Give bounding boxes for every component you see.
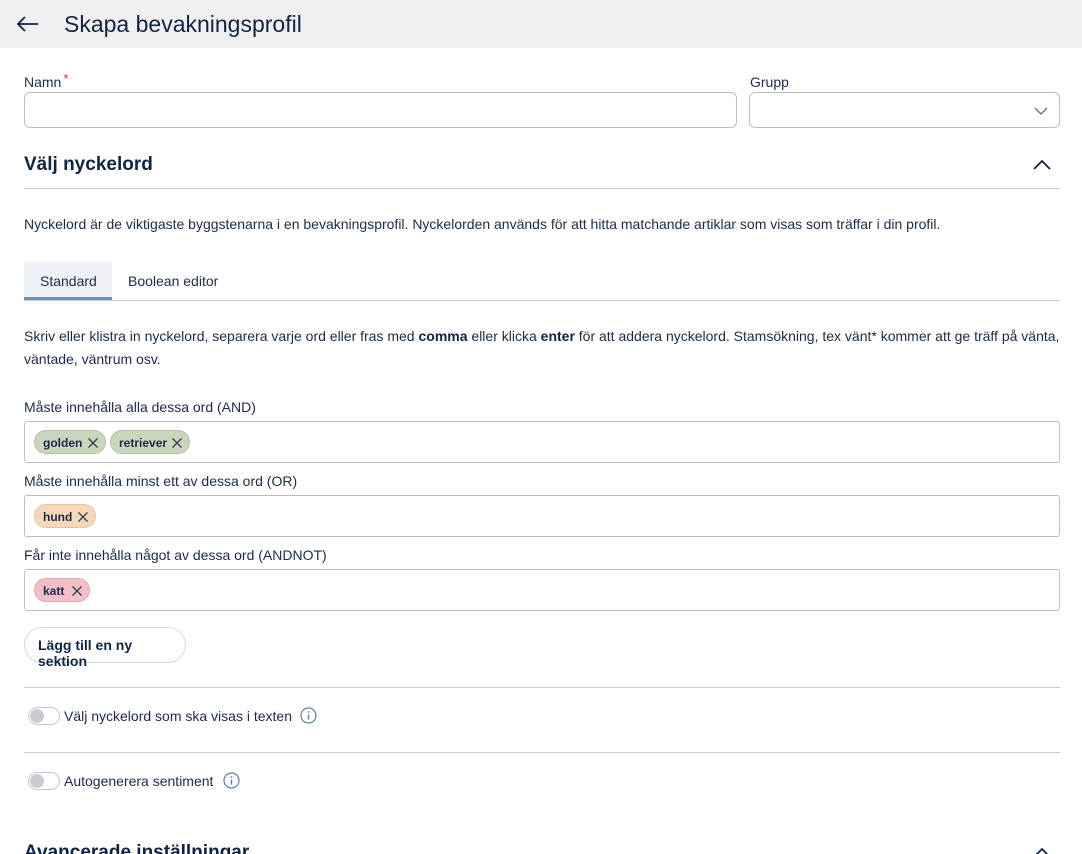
name-label-text: Namn	[24, 74, 62, 90]
highlight-keywords-label: Välj nyckelord som ska visas i texten	[64, 708, 292, 724]
chevron-up-icon[interactable]	[1031, 154, 1053, 176]
instructions-text-1: Skriv eller klistra in nyckelord, separe…	[24, 328, 419, 344]
advanced-settings-title: Avancerade inställningar	[24, 842, 250, 854]
keywords-section-title: Välj nyckelord	[24, 154, 153, 175]
not-label: Får inte innehålla något av dessa ord (A…	[24, 547, 327, 563]
keyword-instructions: Skriv eller klistra in nyckelord, separe…	[24, 325, 1060, 371]
group-select[interactable]	[749, 92, 1060, 128]
required-mark: *	[63, 71, 69, 86]
add-section-button[interactable]: Lägg till en ny sektion	[24, 627, 186, 669]
info-icon[interactable]	[300, 707, 317, 724]
sentiment-toggle[interactable]	[28, 772, 60, 790]
andnot-keywords-input[interactable]: katt	[24, 569, 1060, 611]
toggle-knob	[30, 774, 44, 788]
options-divider-2	[24, 752, 1060, 753]
info-icon[interactable]	[223, 772, 240, 789]
and-keywords-input[interactable]: golden retriever	[24, 421, 1060, 463]
keyword-chip-label: golden	[43, 436, 83, 450]
keyword-chip: retriever	[110, 430, 190, 454]
or-keywords-input[interactable]: hund	[24, 495, 1060, 537]
and-label: Måste innehålla alla dessa ord (AND)	[24, 399, 256, 415]
close-icon[interactable]	[169, 435, 185, 451]
highlight-keywords-toggle[interactable]	[28, 707, 60, 725]
instructions-text-2: eller klicka	[467, 328, 541, 344]
instructions-bold-enter: enter	[540, 328, 575, 344]
close-icon[interactable]	[75, 509, 91, 525]
keyword-chip-label: katt	[43, 584, 65, 598]
keyword-chip: hund	[34, 504, 96, 528]
instructions-bold-comma: comma	[418, 328, 468, 344]
keywords-description: Nyckelord är de viktigaste byggstenarna …	[24, 216, 941, 232]
name-label: Namn *	[24, 71, 69, 90]
group-label: Grupp	[750, 74, 789, 90]
toggle-knob	[30, 709, 44, 723]
page-header: Skapa bevakningsprofil	[0, 0, 1082, 48]
arrow-left-icon	[16, 16, 38, 32]
options-divider	[24, 687, 1060, 688]
chevron-up-icon[interactable]	[1031, 842, 1053, 854]
close-icon[interactable]	[69, 583, 85, 599]
name-input[interactable]	[24, 92, 737, 128]
keyword-chip: golden	[34, 430, 106, 454]
tab-boolean-editor[interactable]: Boolean editor	[112, 262, 234, 300]
chevron-down-icon	[1034, 107, 1048, 115]
keyword-chip-label: retriever	[119, 436, 168, 450]
tabs-divider	[24, 300, 1060, 301]
sentiment-label: Autogenerera sentiment	[64, 773, 214, 789]
keyword-chip-label: hund	[43, 510, 73, 524]
section-divider	[24, 188, 1060, 189]
or-label: Måste innehålla minst ett av dessa ord (…	[24, 473, 298, 489]
close-icon[interactable]	[85, 435, 101, 451]
back-button[interactable]	[14, 10, 42, 38]
page-title: Skapa bevakningsprofil	[64, 11, 302, 37]
tab-standard[interactable]: Standard	[24, 262, 112, 300]
keyword-chip: katt	[34, 578, 90, 602]
